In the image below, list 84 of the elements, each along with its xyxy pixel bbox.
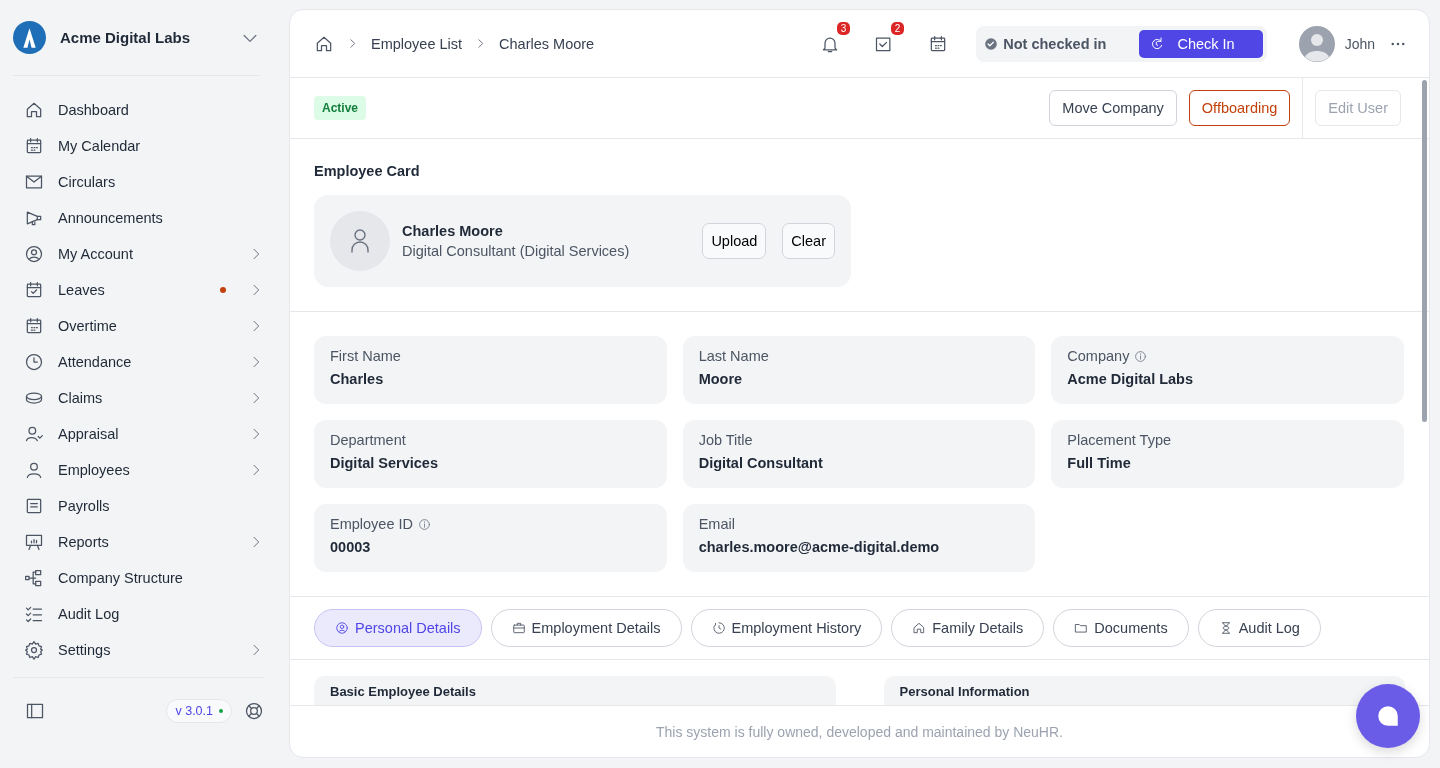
action-button[interactable]: Move Company [1049, 90, 1177, 126]
employee-role: Digital Consultant (Digital Services) [402, 243, 631, 259]
sidebar-item[interactable]: Leaves [24, 272, 264, 308]
checklist-icon [24, 604, 44, 624]
card-button[interactable]: Upload [702, 223, 767, 259]
status-badge: Active [314, 96, 367, 120]
sidebar-item[interactable]: Audit Log [24, 596, 264, 632]
employee-name: Charles Moore [402, 223, 504, 239]
sidebar-toggle-icon[interactable] [25, 701, 45, 721]
section-heading: Personal Information [899, 683, 1031, 699]
clock-arrow-icon [711, 621, 726, 635]
check-circle-icon [984, 36, 999, 51]
sidebar-item[interactable]: Circulars [24, 164, 264, 200]
field-label: First Name [330, 348, 401, 364]
user-name[interactable]: John [1344, 35, 1375, 52]
section-title: Employee Card [314, 163, 421, 179]
gear-icon [24, 640, 44, 660]
sidebar-item[interactable]: Attendance [24, 344, 264, 380]
field-label: Job Title [698, 432, 753, 448]
tab[interactable]: Family Details [891, 609, 1045, 647]
house-icon [24, 100, 44, 120]
field-label: Last Name [698, 348, 769, 364]
clock-icon [24, 352, 44, 372]
tab[interactable]: Personal Details [314, 609, 482, 647]
notification-dot [220, 287, 226, 293]
lifebuoy-icon[interactable] [244, 701, 264, 721]
tab[interactable]: Employment Details [490, 609, 682, 647]
breadcrumb-item[interactable]: Employee List [371, 35, 463, 52]
calendar-icon [24, 136, 44, 156]
sidebar-item[interactable]: Claims [24, 380, 264, 416]
field-value: 00003 [330, 539, 372, 555]
sidebar-item[interactable]: My Account [24, 236, 264, 272]
more-icon[interactable] [1391, 41, 1405, 46]
sidebar-item[interactable]: Announcements [24, 200, 264, 236]
field-value: Digital Consultant [698, 455, 824, 471]
sidebar-item[interactable]: Settings [24, 632, 264, 668]
field-label: Department [330, 432, 406, 448]
task-count: 2 [890, 21, 905, 35]
receipt-icon [24, 496, 44, 516]
sidebar-item[interactable]: Payrolls [24, 488, 264, 524]
sidebar-item[interactable]: Reports [24, 524, 264, 560]
tab[interactable]: Audit Log [1197, 609, 1321, 647]
field-value: charles.moore@acme-digital.demo [698, 539, 941, 555]
notification-count: 3 [836, 21, 851, 35]
avatar-placeholder-icon [330, 211, 390, 271]
logo-icon [13, 21, 46, 54]
sidebar-item[interactable]: Dashboard [24, 92, 264, 128]
user-icon [24, 460, 44, 480]
sidebar-item[interactable]: My Calendar [24, 128, 264, 164]
calendar-icon [24, 316, 44, 336]
field-label: Employee ID [330, 516, 413, 532]
sidebar-item[interactable]: Overtime [24, 308, 264, 344]
field-value: Charles [330, 371, 385, 387]
footer-text: This system is fully owned, developed and maintained by NeuHR. [656, 723, 1063, 740]
briefcase-icon [511, 621, 526, 635]
field-label: Email [698, 516, 735, 532]
section-heading: Basic Employee Details [330, 683, 477, 699]
action-button[interactable]: Offboarding [1188, 90, 1291, 126]
version-badge: v 3.0.1 [166, 699, 232, 723]
field-label: Placement Type [1067, 432, 1172, 448]
tab[interactable]: Employment History [690, 609, 883, 647]
card-button[interactable]: Clear [782, 223, 835, 259]
user-check-icon [24, 424, 44, 444]
user-circle-icon [24, 244, 44, 264]
field-label: Company [1067, 348, 1130, 364]
check-status: Not checked in [1003, 35, 1107, 52]
hierarchy-icon [24, 568, 44, 588]
sidebar-item[interactable]: Appraisal [24, 416, 264, 452]
field-value: Moore [698, 371, 744, 387]
calendar-check-icon [24, 280, 44, 300]
tab[interactable]: Documents [1053, 609, 1189, 647]
folder-icon [1074, 621, 1089, 635]
field-value: Acme Digital Labs [1067, 371, 1195, 387]
breadcrumb-item[interactable]: Charles Moore [499, 35, 595, 52]
user-circle-icon [335, 621, 349, 635]
field-value: Full Time [1067, 455, 1132, 471]
presentation-icon [24, 532, 44, 552]
check-in-button[interactable]: Check In [1139, 29, 1263, 58]
field-value: Digital Services [330, 455, 439, 471]
house-icon [912, 621, 927, 635]
company-name: Acme Digital Labs [60, 29, 192, 46]
chat-bubble-icon [1375, 703, 1401, 729]
sidebar-item[interactable]: Company Structure [24, 560, 264, 596]
sidebar-item[interactable]: Employees [24, 452, 264, 488]
